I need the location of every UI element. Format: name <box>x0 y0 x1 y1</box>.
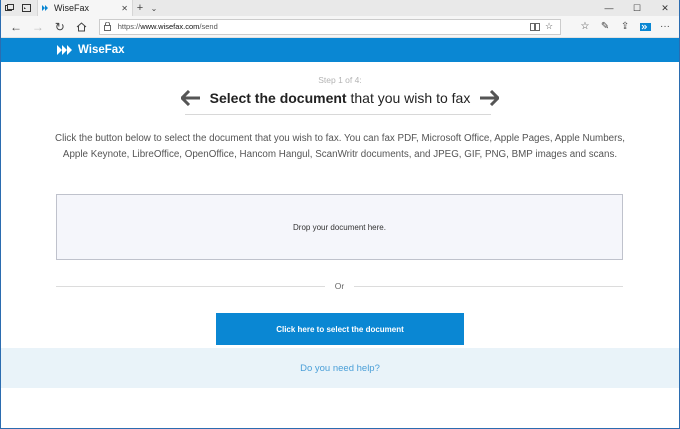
previous-arrow-icon[interactable] <box>180 89 202 107</box>
headline-underline <box>185 114 491 115</box>
headline: Select the document that you wish to fax <box>1 89 679 107</box>
site-header: WiseFax <box>1 38 679 62</box>
help-footer: Do you need help? <box>1 348 679 388</box>
more-menu-icon[interactable]: ··· <box>655 18 675 36</box>
page-title: Select the document that you wish to fax <box>209 90 471 106</box>
set-aside-tabs-icon[interactable] <box>1 0 18 16</box>
address-bar[interactable]: https://www.wisefax.com/send ☆ <box>98 18 562 35</box>
reading-view-icon[interactable] <box>528 22 542 31</box>
wisefax-favicon-icon <box>42 4 50 12</box>
select-document-button[interactable]: Click here to select the document <box>216 313 464 345</box>
favorites-hub-icon[interactable]: ☆ <box>575 18 595 36</box>
extension-icon[interactable] <box>635 18 655 36</box>
document-dropzone[interactable]: Drop your document here. <box>56 194 623 260</box>
tab-wisefax[interactable]: WiseFax ✕ <box>37 0 133 16</box>
url-text: https://www.wisefax.com/send <box>117 22 218 31</box>
step-indicator: Step 1 of 4: <box>318 75 362 85</box>
close-tab-icon[interactable]: ✕ <box>121 4 128 13</box>
logo-text: WiseFax <box>78 44 125 56</box>
refresh-icon[interactable]: ↻ <box>49 17 71 37</box>
description-text: Click the button below to select the doc… <box>55 133 625 160</box>
or-divider: Or <box>56 280 624 292</box>
browser-window: WiseFax ✕ + ⌄ — ☐ ✕ ← → ↻ https://www.wi… <box>0 0 680 429</box>
share-icon[interactable]: ⇪ <box>615 18 635 36</box>
tab-title: WiseFax <box>54 3 90 13</box>
or-label: Or <box>334 281 345 291</box>
wisefax-logo-icon <box>57 45 72 55</box>
next-arrow-icon[interactable] <box>478 89 500 107</box>
close-window-button[interactable]: ✕ <box>651 0 679 16</box>
chevron-down-icon[interactable]: ⌄ <box>147 0 161 16</box>
navigation-bar: ← → ↻ https://www.wisefax.com/send ☆ ☆ ✎… <box>1 16 679 38</box>
new-tab-button[interactable]: + <box>133 0 147 16</box>
web-note-icon[interactable]: ✎ <box>595 18 615 36</box>
tab-preview-icon[interactable] <box>18 0 35 16</box>
lock-icon <box>103 22 114 31</box>
back-arrow-icon[interactable]: ← <box>5 17 27 37</box>
wisefax-logo[interactable]: WiseFax <box>57 44 125 56</box>
minimize-button[interactable]: — <box>595 0 623 16</box>
main-content: Step 1 of 4: Select the document that yo… <box>1 62 679 388</box>
forward-arrow-icon[interactable]: → <box>27 17 49 37</box>
home-icon[interactable] <box>71 17 93 37</box>
toolbar: ☆ ✎ ⇪ ··· <box>575 18 675 36</box>
favorite-star-icon[interactable]: ☆ <box>542 21 556 32</box>
dropzone-label: Drop your document here. <box>293 222 386 232</box>
maximize-button[interactable]: ☐ <box>623 0 651 16</box>
tab-strip: WiseFax ✕ + ⌄ — ☐ ✕ <box>1 0 679 16</box>
help-link[interactable]: Do you need help? <box>300 363 380 374</box>
